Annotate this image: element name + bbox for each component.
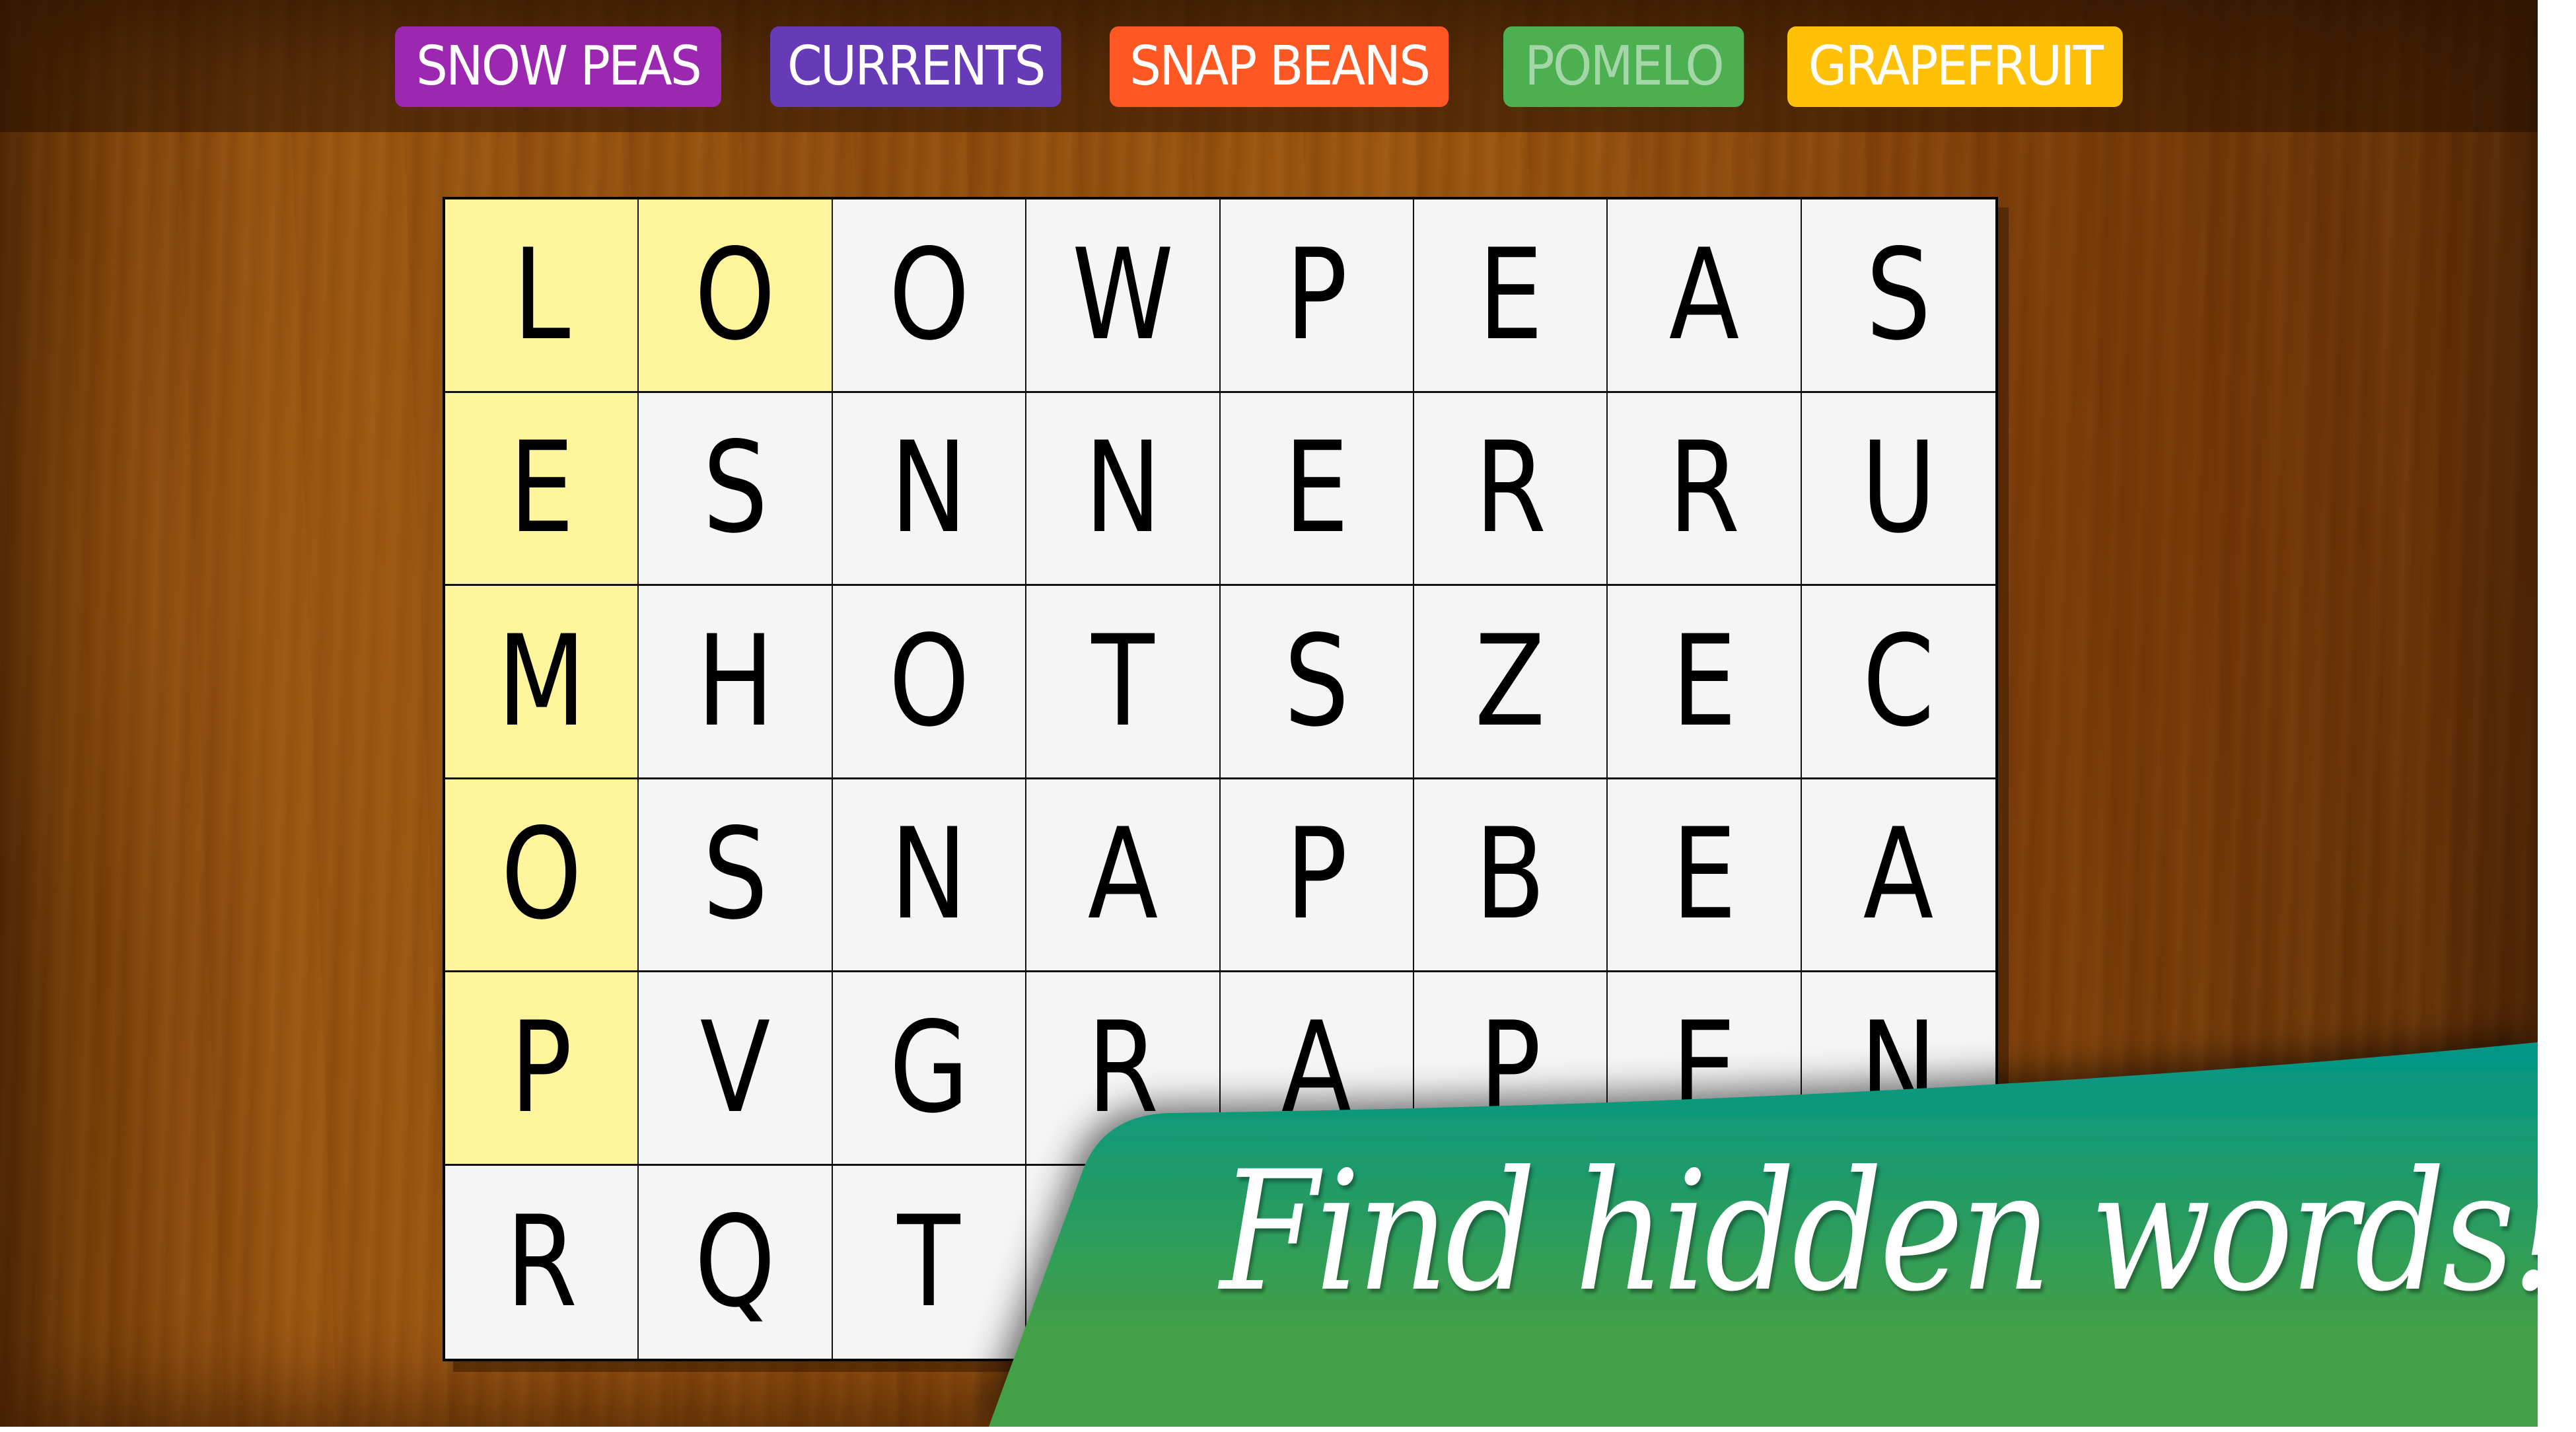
grid-cell-r5-c0[interactable]: R (445, 1165, 639, 1359)
grid-letter: A (1668, 221, 1740, 368)
grid-cell-r2-c2[interactable]: O (832, 586, 1027, 779)
grid-cell-r5-c2[interactable]: T (832, 1165, 1027, 1359)
grid-letter: P (1479, 994, 1542, 1141)
grid-cell-r0-c0[interactable]: L (445, 199, 639, 393)
grid-cell-r1-c2[interactable]: N (832, 392, 1027, 586)
grid-letter: N (890, 801, 968, 948)
grid-cell-r3-c3[interactable]: A (1026, 779, 1221, 972)
grid-cell-r3-c2[interactable]: N (832, 779, 1027, 972)
word-badge-pomelo: POMELO (1503, 26, 1744, 107)
grid-cell-r1-c6[interactable]: R (1608, 392, 1802, 586)
grid-letter: R (505, 1188, 577, 1335)
grid-cell-r0-c1[interactable]: O (639, 199, 833, 393)
grid-letter: S (1865, 221, 1931, 368)
grid-letter: B (1475, 801, 1546, 948)
grid-cell-r1-c4[interactable]: E (1220, 392, 1414, 586)
grid-cell-r2-c0[interactable]: M (445, 586, 639, 779)
grid-letter: O (888, 221, 970, 368)
word-badge-snap-beans: SNAP BEANS (1110, 26, 1449, 107)
grid-cell-r4-c0[interactable]: P (445, 972, 639, 1166)
grid-letter: G (889, 994, 969, 1141)
grid-cell-r1-c3[interactable]: N (1026, 392, 1221, 586)
grid-letter: O (888, 608, 970, 754)
grid-cell-r0-c4[interactable]: P (1220, 199, 1414, 393)
grid-cell-r1-c7[interactable]: U (1801, 392, 1995, 586)
grid-letter: V (699, 994, 771, 1141)
grid-cell-r4-c3[interactable]: R (1026, 972, 1221, 1166)
grid-cell-r0-c6[interactable]: A (1608, 199, 1802, 393)
grid-letter: A (1863, 801, 1934, 948)
grid-letter: A (1281, 994, 1352, 1141)
banner-title: Find hidden words! (1220, 1135, 2538, 1328)
grid-letter: W (1071, 221, 1174, 368)
grid-letter: O (694, 221, 776, 368)
grid-cell-r5-c1[interactable]: Q (639, 1165, 833, 1359)
grid-letter: S (702, 415, 768, 561)
grid-cell-r3-c6[interactable]: E (1608, 779, 1802, 972)
grid-letter: E (1478, 221, 1543, 368)
grid-letter: S (1283, 608, 1349, 754)
grid-cell-r5-c3[interactable] (1026, 1165, 1221, 1359)
grid-cell-r0-c2[interactable]: O (832, 199, 1027, 393)
grid-letter: C (1862, 608, 1935, 754)
grid-letter: N (1084, 415, 1162, 561)
grid-cell-r3-c5[interactable]: B (1413, 779, 1608, 972)
grid-letter: U (1861, 415, 1937, 561)
grid-letter: Q (694, 1188, 776, 1335)
grid-cell-r2-c7[interactable]: C (1801, 586, 1995, 779)
grid-cell-r3-c4[interactable]: P (1220, 779, 1414, 972)
grid-letter: E (1671, 608, 1737, 754)
grid-cell-r0-c3[interactable]: W (1026, 199, 1221, 393)
grid-letter: E (509, 415, 574, 561)
grid-cell-r3-c7[interactable]: A (1801, 779, 1995, 972)
grid-letter: P (1285, 221, 1348, 368)
grid-letter: N (890, 415, 968, 561)
grid-cell-r3-c0[interactable]: O (445, 779, 639, 972)
grid-letter: P (1285, 801, 1348, 948)
word-badge-grapefruit: GRAPEFRUIT (1787, 26, 2123, 107)
grid-letter: S (702, 801, 768, 948)
grid-letter: M (497, 608, 586, 754)
grid-letter: H (696, 608, 774, 754)
grid-cell-r4-c1[interactable]: V (639, 972, 833, 1166)
grid-cell-r0-c5[interactable]: E (1413, 199, 1608, 393)
grid-letter: L (513, 221, 571, 368)
grid-letter: T (1091, 608, 1155, 754)
grid-letter: E (1671, 994, 1737, 1141)
grid-cell-r2-c3[interactable]: T (1026, 586, 1221, 779)
grid-letter: N (1860, 994, 1937, 1141)
grid-cell-r1-c0[interactable]: E (445, 392, 639, 586)
word-list-bar: SNOW PEAS CURRENTS SNAP BEANS POMELO GRA… (0, 0, 2538, 132)
grid-cell-r2-c6[interactable]: E (1608, 586, 1802, 779)
grid-cell-r1-c5[interactable]: R (1413, 392, 1608, 586)
grid-cell-r2-c4[interactable]: S (1220, 586, 1414, 779)
word-badge-currents: CURRENTS (770, 26, 1061, 107)
word-badge-snow-peas: SNOW PEAS (395, 26, 722, 107)
grid-cell-r1-c1[interactable]: S (639, 392, 833, 586)
grid-letter: R (1087, 994, 1159, 1141)
grid-letter: E (1671, 801, 1737, 948)
grid-letter: T (897, 1188, 961, 1335)
grid-cell-r2-c1[interactable]: H (639, 586, 833, 779)
grid-letter: O (501, 801, 583, 948)
grid-cell-r3-c1[interactable]: S (639, 779, 833, 972)
grid-cell-r2-c5[interactable]: Z (1413, 586, 1608, 779)
wood-background: SNOW PEAS CURRENTS SNAP BEANS POMELO GRA… (0, 0, 2538, 1427)
grid-cell-r0-c7[interactable]: S (1801, 199, 1995, 393)
grid-letter: A (1087, 801, 1159, 948)
grid-letter: P (510, 994, 573, 1141)
grid-letter: R (1474, 415, 1546, 561)
grid-cell-r4-c2[interactable]: G (832, 972, 1027, 1166)
grid-letter: R (1668, 415, 1740, 561)
grid-letter: E (1283, 415, 1349, 561)
grid-letter: Z (1475, 608, 1546, 754)
